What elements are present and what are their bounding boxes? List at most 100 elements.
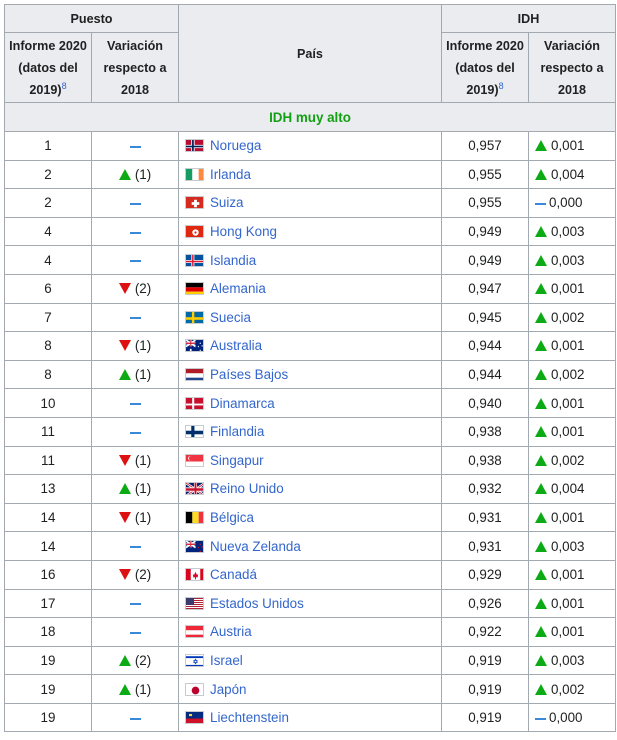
table-row: 13 (1) Reino Unido 0,932 0,004 bbox=[4, 474, 617, 504]
no-change-icon bbox=[129, 631, 141, 634]
rank-cell: 7 bbox=[4, 302, 92, 333]
country-link[interactable]: Israel bbox=[210, 653, 243, 668]
country-link[interactable]: Reino Unido bbox=[210, 481, 284, 496]
rank-cell: 1 bbox=[4, 131, 92, 161]
header-variacion-idh[interactable]: Variación respecto a 2018 bbox=[527, 32, 617, 103]
header-pais[interactable]: País bbox=[178, 4, 442, 103]
idh-delta: 0,001 bbox=[551, 624, 585, 640]
country-link[interactable]: Estados Unidos bbox=[210, 596, 304, 611]
rank-delta: (1) bbox=[134, 481, 152, 497]
country-link[interactable]: Bélgica bbox=[210, 510, 254, 525]
idh-value-cell: 0,931 bbox=[441, 531, 529, 561]
country-cell: Países Bajos bbox=[178, 359, 442, 390]
idh-delta: 0,001 bbox=[551, 567, 585, 583]
increase-arrow-icon bbox=[535, 397, 547, 409]
flag-australia-icon bbox=[185, 339, 204, 353]
idh-delta: 0,002 bbox=[551, 452, 585, 468]
country-link[interactable]: Singapur bbox=[210, 453, 264, 468]
rank-change-cell bbox=[91, 388, 179, 418]
rank-cell: 19 bbox=[4, 645, 92, 676]
increase-arrow-icon bbox=[535, 512, 547, 524]
flag-new-zealand-icon bbox=[185, 539, 204, 553]
country-link[interactable]: Islandia bbox=[210, 253, 256, 268]
country-link[interactable]: Suecia bbox=[210, 310, 251, 325]
idh-change-cell: 0,000 bbox=[527, 188, 617, 218]
table-row: 14 Nueva Zelanda 0,931 0,003 bbox=[4, 531, 617, 561]
table-row: 2 (1) Irlanda 0,955 0,004 bbox=[4, 159, 617, 190]
no-change-icon bbox=[129, 231, 141, 234]
increase-arrow-icon bbox=[535, 340, 547, 352]
table-row: 2 Suiza 0,955 0,000 bbox=[4, 188, 617, 218]
rank-cell: 6 bbox=[4, 273, 92, 304]
country-cell: Austria bbox=[178, 617, 442, 647]
header-text: 2018 bbox=[557, 82, 587, 97]
flag-israel-icon bbox=[185, 653, 204, 667]
idh-value-cell: 0,931 bbox=[441, 502, 529, 533]
table-row: 4 Islandia 0,949 0,003 bbox=[4, 245, 617, 275]
no-change-icon bbox=[535, 202, 546, 205]
rank-delta: (1) bbox=[134, 166, 152, 182]
idh-delta: 0,003 bbox=[551, 538, 585, 554]
rank-cell: 4 bbox=[4, 216, 92, 247]
country-link[interactable]: Canadá bbox=[210, 567, 257, 582]
country-cell: Finlandia bbox=[178, 416, 442, 447]
header-text: 2018 bbox=[120, 82, 150, 97]
flag-netherlands-icon bbox=[185, 368, 204, 382]
rank-change-cell bbox=[91, 216, 179, 247]
rank-change-cell: (1) bbox=[91, 159, 179, 190]
country-link[interactable]: Australia bbox=[210, 338, 262, 353]
header-puesto[interactable]: Puesto bbox=[4, 4, 179, 33]
country-cell: Canadá bbox=[178, 559, 442, 590]
flag-norway-icon bbox=[185, 139, 204, 153]
country-link[interactable]: Japón bbox=[210, 682, 246, 697]
header-variacion-rank[interactable]: Variación respecto a 2018 bbox=[91, 32, 179, 103]
idh-change-cell: 0,001 bbox=[527, 416, 617, 447]
increase-arrow-icon bbox=[535, 569, 547, 581]
rank-cell: 18 bbox=[4, 617, 92, 647]
country-link[interactable]: Finlandia bbox=[210, 424, 264, 439]
increase-arrow-icon bbox=[118, 683, 131, 695]
increase-arrow-icon bbox=[535, 426, 547, 438]
header-informe-idh[interactable]: Informe 2020 (datos del 2019)8 bbox=[441, 32, 529, 103]
idh-change-cell: 0,001 bbox=[527, 388, 617, 418]
country-link[interactable]: Noruega bbox=[210, 138, 261, 153]
flag-liechtenstein-icon bbox=[185, 711, 204, 725]
country-link[interactable]: Irlanda bbox=[210, 167, 251, 182]
idh-change-cell: 0,001 bbox=[527, 502, 617, 533]
rank-change-cell: (1) bbox=[91, 359, 179, 390]
increase-arrow-icon bbox=[535, 683, 547, 695]
idh-change-cell: 0,001 bbox=[527, 273, 617, 304]
idh-delta: 0,001 bbox=[551, 338, 585, 354]
idh-value-cell: 0,919 bbox=[441, 645, 529, 676]
rank-cell: 14 bbox=[4, 531, 92, 561]
country-link[interactable]: Nueva Zelanda bbox=[210, 539, 301, 554]
country-link[interactable]: Hong Kong bbox=[210, 224, 277, 239]
country-cell: Noruega bbox=[178, 131, 442, 161]
country-cell: Alemania bbox=[178, 273, 442, 304]
idh-change-cell: 0,003 bbox=[527, 216, 617, 247]
country-link[interactable]: Países Bajos bbox=[210, 367, 288, 382]
idh-value-cell: 0,955 bbox=[441, 188, 529, 218]
reference-link[interactable]: 8 bbox=[62, 80, 67, 90]
country-link[interactable]: Alemania bbox=[210, 281, 266, 296]
rank-delta: (2) bbox=[134, 652, 152, 668]
country-link[interactable]: Suiza bbox=[210, 195, 244, 210]
idh-value-cell: 0,957 bbox=[441, 131, 529, 161]
header-informe-rank[interactable]: Informe 2020 (datos del 2019)8 bbox=[4, 32, 92, 103]
no-change-icon bbox=[129, 603, 141, 606]
table-row: 8 (1) Países Bajos 0,944 0,002 bbox=[4, 359, 617, 390]
idh-value-cell: 0,949 bbox=[441, 216, 529, 247]
idh-change-cell: 0,001 bbox=[527, 559, 617, 590]
flag-united-states-icon bbox=[185, 596, 204, 610]
no-change-icon bbox=[129, 717, 141, 720]
rank-change-cell bbox=[91, 188, 179, 218]
reference-link[interactable]: 8 bbox=[499, 80, 504, 90]
country-link[interactable]: Liechtenstein bbox=[210, 710, 289, 725]
no-change-icon bbox=[129, 145, 141, 148]
table-row: 11 Finlandia 0,938 0,001 bbox=[4, 416, 617, 447]
idh-value-cell: 0,922 bbox=[441, 617, 529, 647]
rank-change-cell bbox=[91, 302, 179, 333]
header-idh[interactable]: IDH bbox=[440, 4, 617, 33]
country-link[interactable]: Dinamarca bbox=[210, 396, 275, 411]
country-link[interactable]: Austria bbox=[210, 624, 252, 639]
